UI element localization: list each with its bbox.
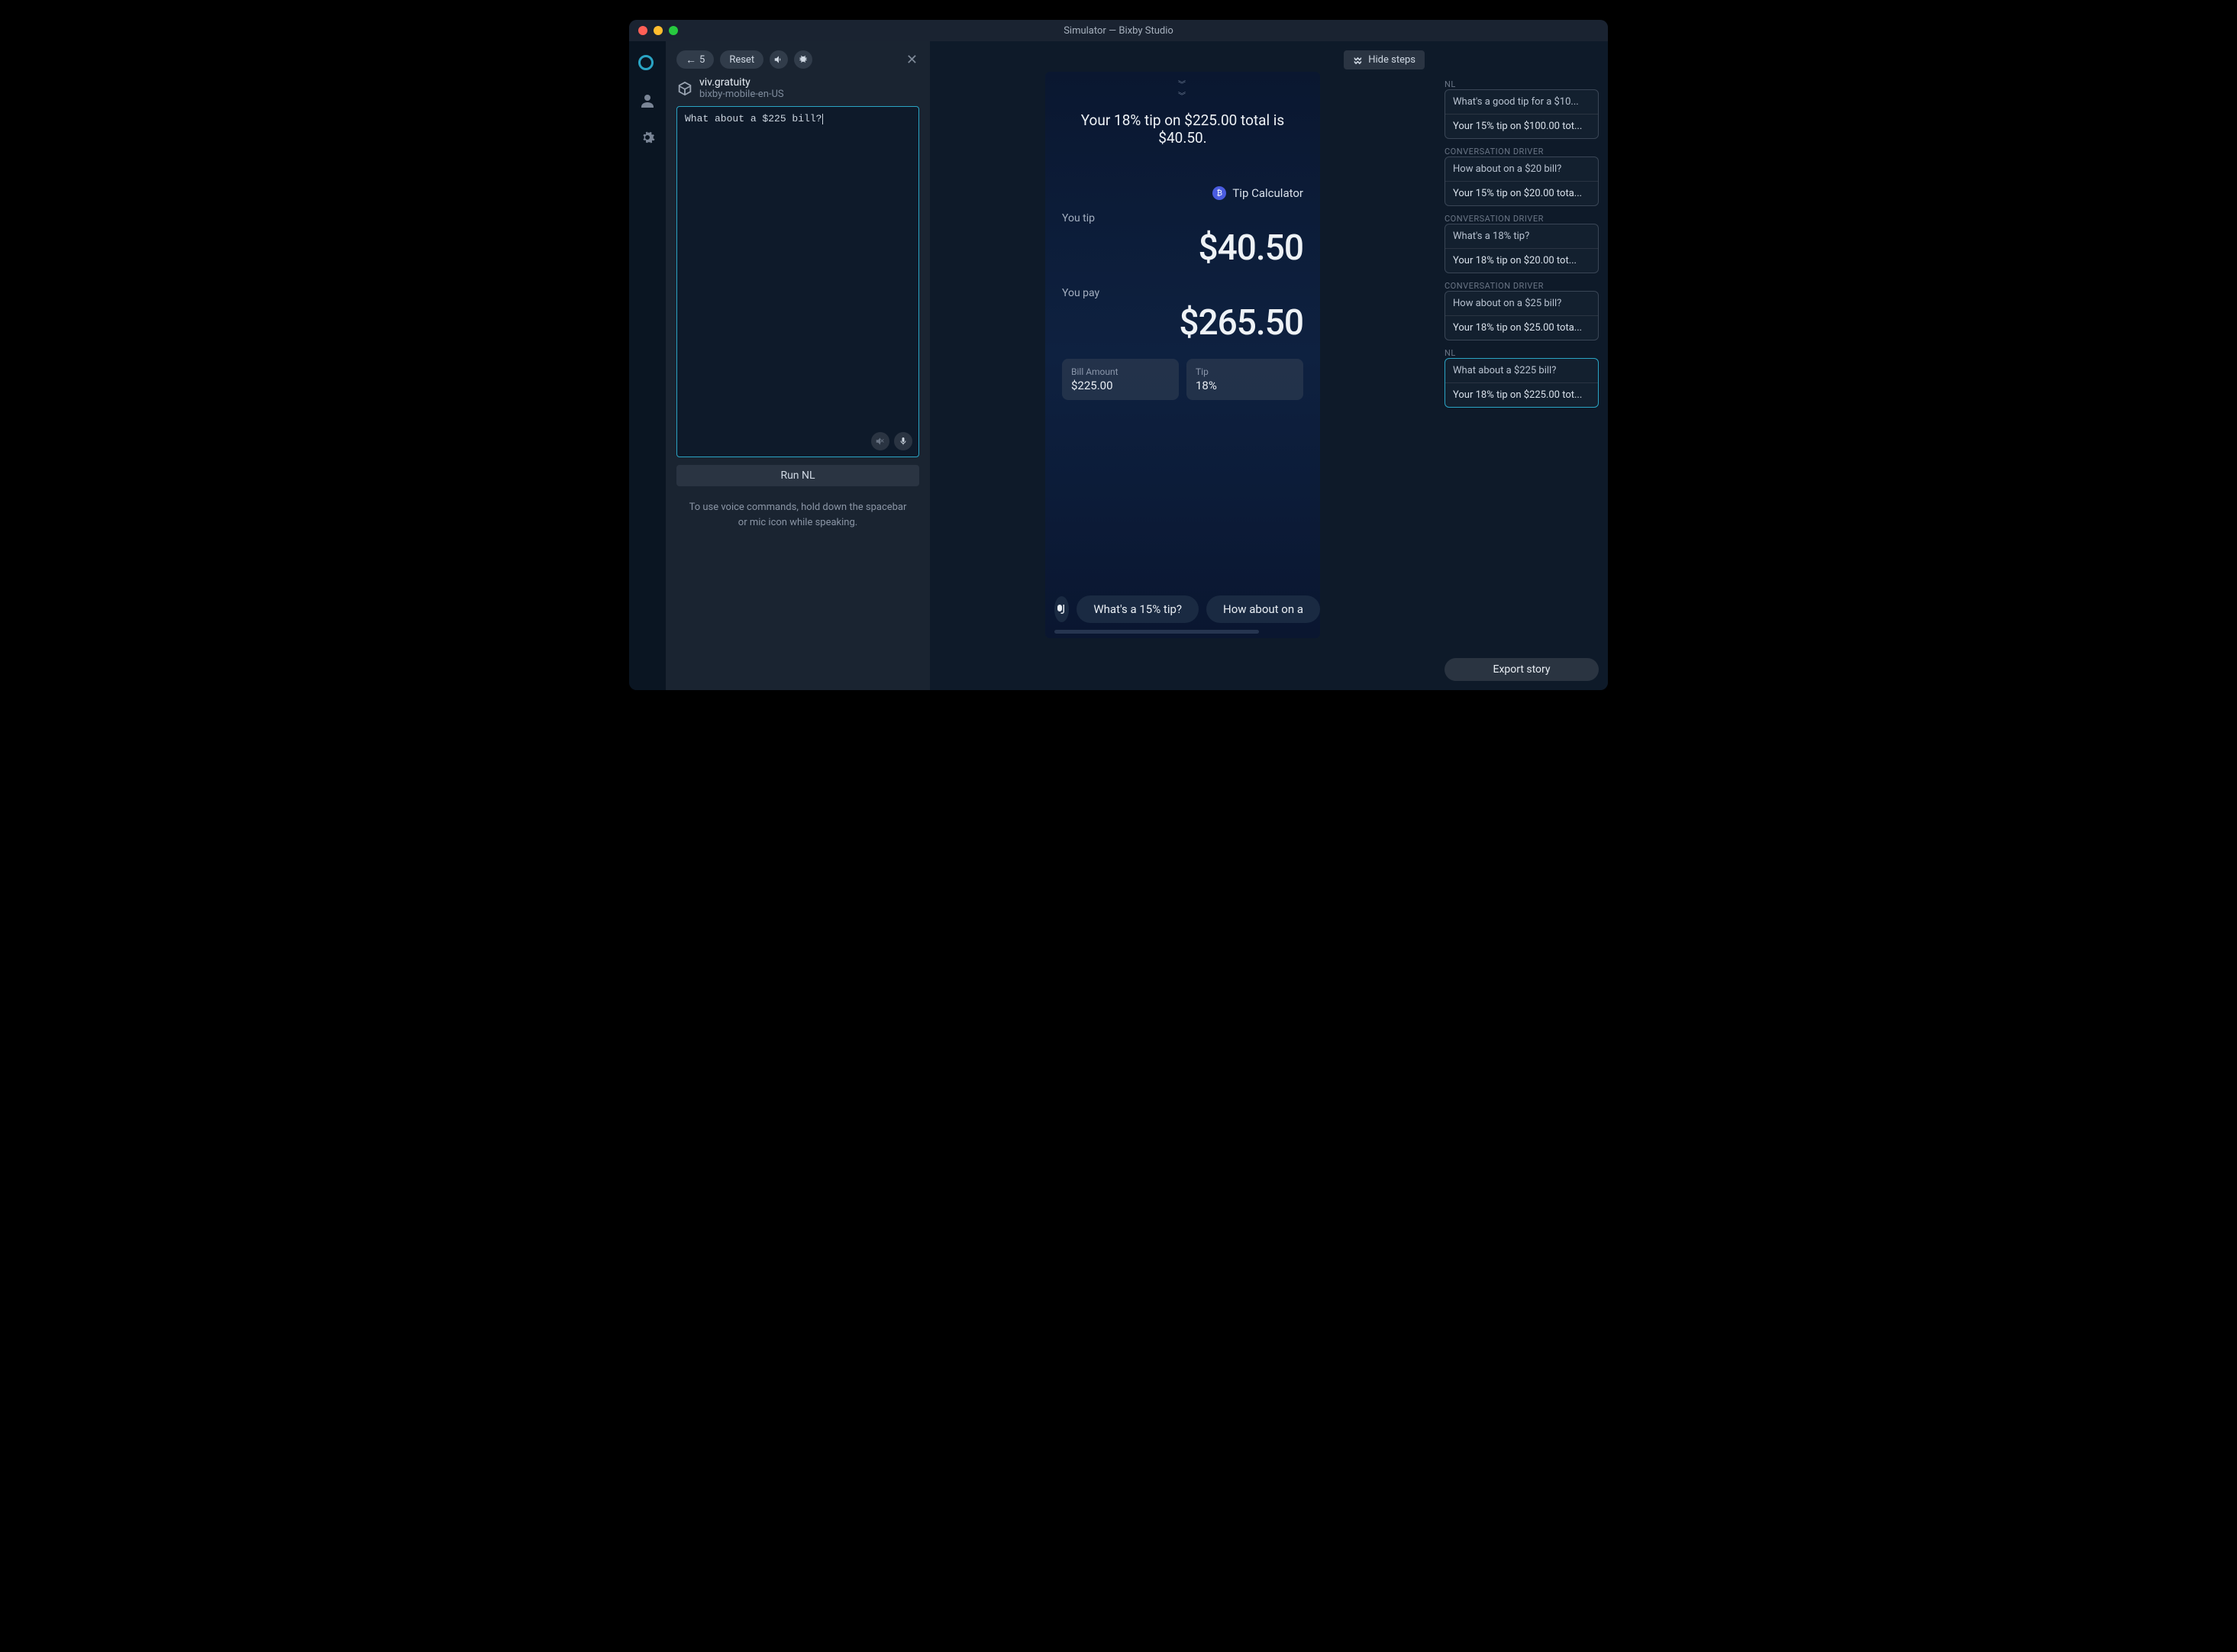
export-story-button[interactable]: Export story xyxy=(1445,658,1599,681)
app-body: ← 5 Reset ✕ viv xyxy=(629,41,1608,690)
suggestion-pill-2[interactable]: How about on a xyxy=(1206,595,1320,623)
step-input: How about on a $25 bill? xyxy=(1445,292,1598,316)
zoom-window-icon[interactable] xyxy=(669,26,678,35)
hide-steps-button[interactable]: Hide steps xyxy=(1344,50,1425,69)
titlebar: Simulator — Bixby Studio xyxy=(629,20,1608,41)
suggestion-2-label: How about on a xyxy=(1223,602,1303,616)
step-kind-label: CONVERSATION DRIVER xyxy=(1445,214,1599,224)
device-bottom: What's a 15% tip? How about on a xyxy=(1054,595,1320,623)
tip-label: You tip xyxy=(1062,212,1303,224)
app-window: Simulator — Bixby Studio ← 5 Rese xyxy=(629,20,1608,690)
pay-amount: $265.50 xyxy=(1062,302,1303,344)
step-output: Your 18% tip on $225.00 tot... xyxy=(1445,383,1598,407)
device-preview: ︾︾ Your 18% tip on $225.00 total is $40.… xyxy=(1045,72,1320,638)
reset-button[interactable]: Reset xyxy=(720,50,763,69)
horiz-scrollbar[interactable] xyxy=(1054,630,1259,634)
cards-row: Bill Amount $225.00 Tip 18% xyxy=(1062,359,1303,400)
step-kind-label: CONVERSATION DRIVER xyxy=(1445,281,1599,291)
mic-icon[interactable] xyxy=(894,432,912,450)
run-nl-button[interactable]: Run NL xyxy=(676,465,919,486)
step-output: Your 18% tip on $25.00 tota... xyxy=(1445,316,1598,340)
step-input: What's a 18% tip? xyxy=(1445,224,1598,249)
voice-hint: To use voice commands, hold down the spa… xyxy=(676,500,919,530)
step-card[interactable]: How about on a $25 bill?Your 18% tip on … xyxy=(1445,291,1599,340)
suggestion-1-label: What's a 15% tip? xyxy=(1093,602,1182,616)
step-card[interactable]: What about a $225 bill?Your 18% tip on $… xyxy=(1445,358,1599,408)
capsule-name: viv.gratuity xyxy=(699,76,784,89)
input-icons xyxy=(871,432,912,450)
close-panel-icon[interactable]: ✕ xyxy=(905,52,919,68)
bill-card[interactable]: Bill Amount $225.00 xyxy=(1062,359,1179,400)
tip-card-label: Tip xyxy=(1196,366,1294,377)
export-story-label: Export story xyxy=(1493,663,1550,676)
bill-card-label: Bill Amount xyxy=(1071,366,1170,377)
app-badge-icon: ₿ xyxy=(1212,186,1226,200)
mute-icon[interactable] xyxy=(871,432,889,450)
bixby-orb-icon[interactable] xyxy=(1054,596,1069,622)
close-window-icon[interactable] xyxy=(638,26,647,35)
app-name: Tip Calculator xyxy=(1232,186,1303,200)
result-summary: Your 18% tip on $225.00 total is $40.50. xyxy=(1062,111,1303,147)
bixby-logo-icon[interactable] xyxy=(638,55,657,73)
step-kind-label: NL xyxy=(1445,348,1599,358)
window-controls xyxy=(638,26,678,35)
window-title: Simulator — Bixby Studio xyxy=(629,25,1608,37)
tip-card[interactable]: Tip 18% xyxy=(1186,359,1303,400)
capsule-target: bixby-mobile-en-US xyxy=(699,89,784,100)
left-toolbar: ← 5 Reset ✕ xyxy=(676,50,919,69)
pay-label: You pay xyxy=(1062,287,1303,299)
step-input: What about a $225 bill? xyxy=(1445,359,1598,383)
package-icon xyxy=(676,80,693,97)
step-output: Your 15% tip on $20.00 tota... xyxy=(1445,182,1598,205)
back-count: 5 xyxy=(699,54,705,66)
suggestion-pill-1[interactable]: What's a 15% tip? xyxy=(1077,595,1199,623)
step-card[interactable]: What's a 18% tip?Your 18% tip on $20.00 … xyxy=(1445,224,1599,273)
nav-rail xyxy=(629,41,666,690)
drag-handle-icon[interactable]: ︾︾ xyxy=(1045,78,1320,101)
step-input: What's a good tip for a $10... xyxy=(1445,90,1598,115)
bill-card-value: $225.00 xyxy=(1071,379,1170,392)
nl-input[interactable]: What about a $225 bill? xyxy=(676,106,919,457)
step-output: Your 18% tip on $20.00 tot... xyxy=(1445,249,1598,273)
minimize-window-icon[interactable] xyxy=(654,26,663,35)
steps-list: NLWhat's a good tip for a $10...Your 15%… xyxy=(1445,79,1599,415)
tip-card-value: 18% xyxy=(1196,379,1294,392)
step-output: Your 15% tip on $100.00 tot... xyxy=(1445,115,1598,138)
back-button[interactable]: ← 5 xyxy=(676,50,714,69)
right-panel: NLWhat's a good tip for a $10...Your 15%… xyxy=(1435,41,1608,690)
capsule-info: viv.gratuity bixby-mobile-en-US xyxy=(699,76,784,100)
nl-input-text: What about a $225 bill? xyxy=(677,107,918,131)
reset-label: Reset xyxy=(729,54,754,66)
hide-steps-label: Hide steps xyxy=(1368,54,1415,66)
step-card[interactable]: How about on a $20 bill?Your 15% tip on … xyxy=(1445,156,1599,206)
device-content: Your 18% tip on $225.00 total is $40.50.… xyxy=(1045,72,1320,400)
step-kind-label: NL xyxy=(1445,79,1599,89)
step-input: How about on a $20 bill? xyxy=(1445,157,1598,182)
gear-icon[interactable] xyxy=(638,128,657,147)
bug-icon[interactable] xyxy=(794,50,812,69)
steps-icon xyxy=(1353,55,1364,66)
app-row[interactable]: ₿ Tip Calculator xyxy=(1062,186,1303,200)
step-card[interactable]: What's a good tip for a $10...Your 15% t… xyxy=(1445,89,1599,139)
left-panel: ← 5 Reset ✕ viv xyxy=(666,41,930,690)
sound-icon[interactable] xyxy=(770,50,788,69)
step-kind-label: CONVERSATION DRIVER xyxy=(1445,147,1599,156)
tip-amount: $40.50 xyxy=(1062,227,1303,269)
user-icon[interactable] xyxy=(638,92,657,110)
arrow-left-icon: ← xyxy=(686,53,696,66)
capsule-row[interactable]: viv.gratuity bixby-mobile-en-US xyxy=(676,76,919,100)
center-panel: Hide steps ︾︾ Your 18% tip on $225.00 to… xyxy=(930,41,1435,690)
run-nl-label: Run NL xyxy=(780,469,815,482)
